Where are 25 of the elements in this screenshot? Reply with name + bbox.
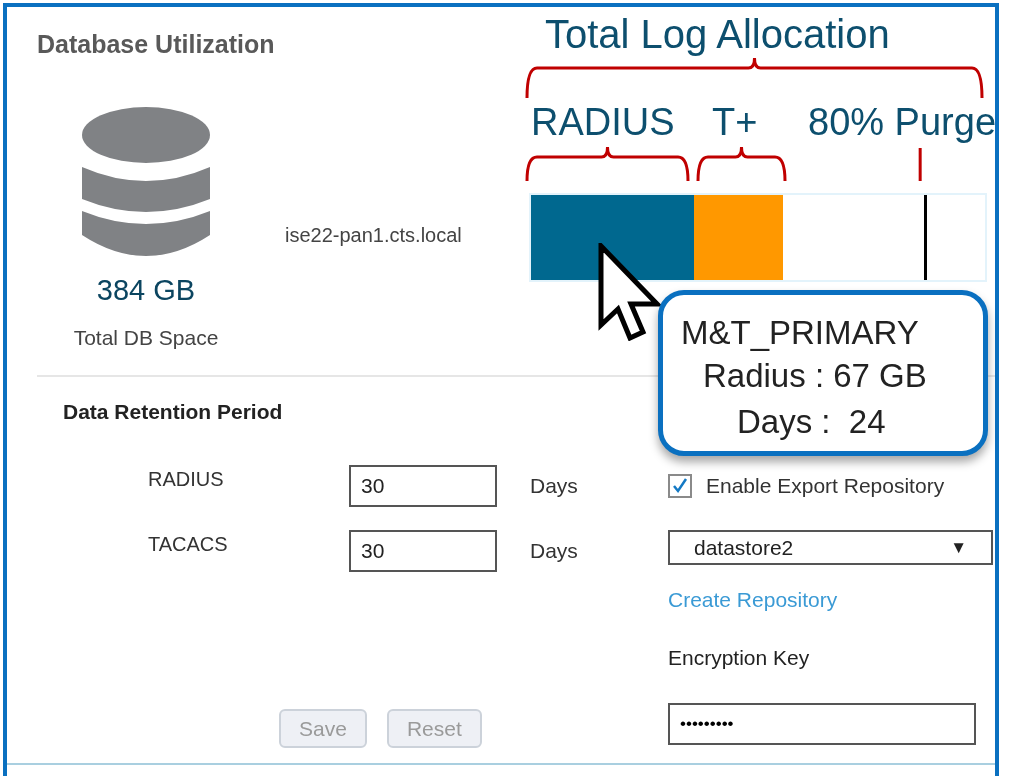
annotation-label: RADIUS xyxy=(531,102,675,142)
panel-title: Database Utilization xyxy=(37,29,275,59)
annotation-title: Total Log Allocation xyxy=(545,11,890,57)
annotation-label: 80% Purge xyxy=(808,102,996,142)
tooltip-line: Radius : 67 GB xyxy=(703,356,927,396)
annotation-label: T+ xyxy=(712,102,758,142)
checkbox[interactable] xyxy=(668,474,692,498)
total-db-size: 384 GB xyxy=(96,273,196,307)
field-label: TACACS xyxy=(148,532,229,557)
unit-label: Days xyxy=(530,538,578,565)
days-input[interactable]: 30 xyxy=(349,530,497,572)
checkbox-label: Enable Export Repository xyxy=(706,473,945,500)
section-title: Data Retention Period xyxy=(63,400,283,424)
encryption-key-label: Encryption Key xyxy=(668,646,810,670)
total-db-label: Total DB Space xyxy=(73,325,219,350)
tooltip-title: M&T_PRIMARY xyxy=(681,313,919,353)
repository-dropdown[interactable]: datastore2 ▼ xyxy=(668,530,993,565)
days-input[interactable]: 30 xyxy=(349,465,497,507)
encryption-key-field[interactable]: ••••••••• xyxy=(668,703,976,745)
check-icon xyxy=(671,477,689,495)
unit-label: Days xyxy=(530,473,578,500)
tooltip-line: Days : 24 xyxy=(737,402,886,442)
node-hostname: ise22-pan1.cts.local xyxy=(285,224,462,246)
field-label: RADIUS xyxy=(148,467,225,492)
tick-mark xyxy=(918,148,922,181)
